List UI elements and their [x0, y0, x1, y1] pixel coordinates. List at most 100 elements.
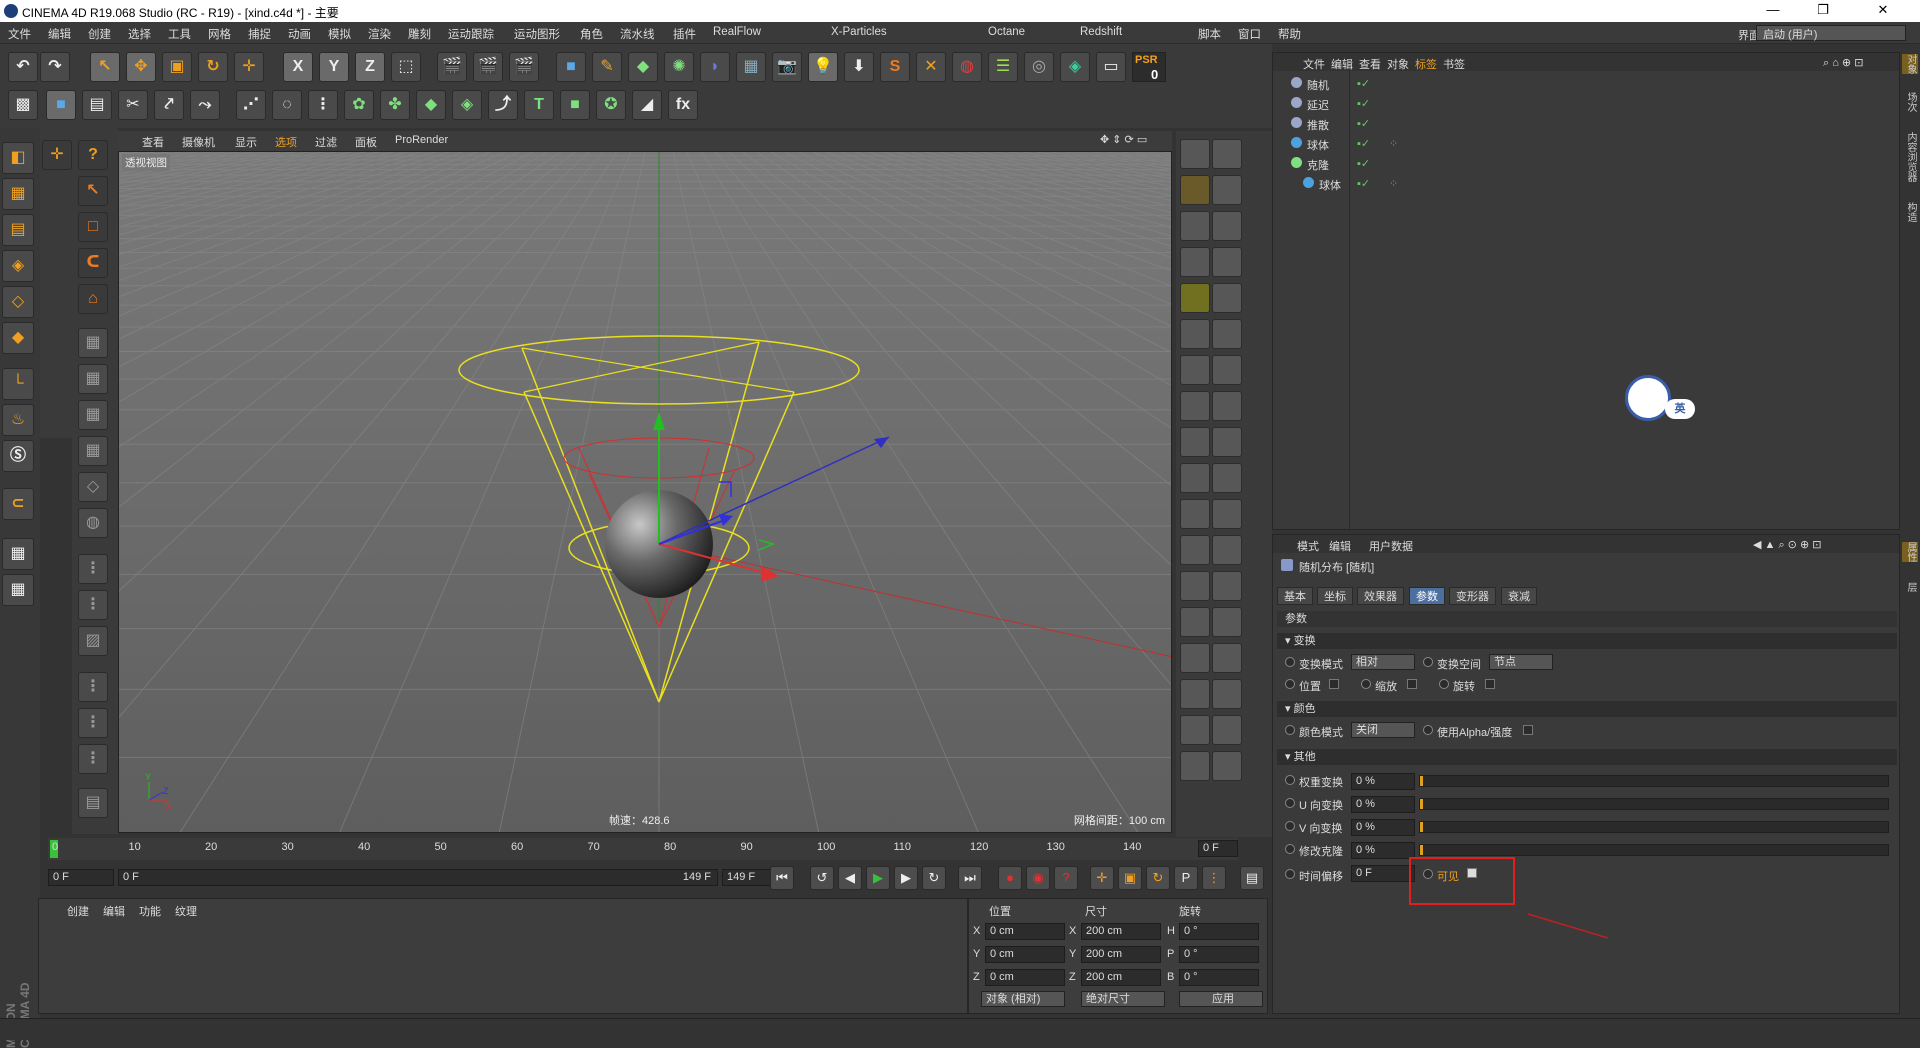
attr-menu-userdata[interactable]: 用户数据 — [1369, 538, 1413, 554]
axis-mode-button[interactable]: └ — [2, 368, 34, 400]
ime-language-indicator[interactable]: 英 — [1665, 399, 1695, 419]
mesh-tool-2-button[interactable]: ▦ — [78, 364, 108, 394]
record-button[interactable]: ● — [998, 866, 1022, 890]
deformer-icon-15[interactable] — [1212, 391, 1242, 421]
use-alpha-checkbox[interactable] — [1523, 725, 1533, 735]
tweak-mode-button[interactable]: ♨ — [2, 404, 34, 436]
menu-item-14[interactable]: 流水线 — [620, 26, 655, 42]
deformer-icon-33[interactable] — [1212, 715, 1242, 745]
deformer-icon-20[interactable] — [1180, 499, 1210, 529]
menu-item-4[interactable]: 工具 — [168, 26, 191, 42]
layout-dropdown[interactable]: 启动 (用户) — [1756, 25, 1906, 41]
deformer-icon-28[interactable] — [1180, 643, 1210, 673]
object-visibility-icon[interactable]: ▪✓ — [1357, 177, 1370, 190]
object-row[interactable]: 克隆 ▪✓ — [1277, 155, 1897, 172]
time-offset-radio[interactable] — [1285, 869, 1295, 879]
deformer-icon-10[interactable] — [1180, 319, 1210, 349]
attr-tab-5[interactable]: 衰减 — [1501, 587, 1537, 605]
maximize-button[interactable]: ❐ — [1800, 2, 1846, 20]
mat-menu-create[interactable]: 创建 — [67, 903, 89, 919]
deformer-icon-8[interactable] — [1180, 283, 1210, 313]
realflow-button[interactable]: ☰ — [988, 52, 1018, 82]
viewport-menu-2[interactable]: 显示 — [235, 134, 257, 150]
viewport-menu-3[interactable]: 选项 — [275, 134, 297, 150]
mat-menu-edit[interactable]: 编辑 — [103, 903, 125, 919]
viewport-menu-6[interactable]: ProRender — [395, 134, 448, 146]
live-select-button[interactable]: ✛ — [234, 52, 264, 82]
menu-item-2[interactable]: 创建 — [88, 26, 111, 42]
attr-tab-0[interactable]: 基本 — [1277, 587, 1313, 605]
array-button[interactable]: ✺ — [664, 52, 694, 82]
side-tab-0[interactable]: 对象 — [1902, 54, 1918, 74]
side-tab-2[interactable]: 内容浏览器 — [1902, 132, 1918, 182]
texture-mode-icon[interactable]: ▦ — [2, 178, 34, 210]
mat-menu-function[interactable]: 功能 — [139, 903, 161, 919]
object-visibility-icon[interactable]: ▪✓ — [1357, 137, 1370, 150]
spline-arc-button[interactable]: ⋰ — [236, 90, 266, 120]
spline-pen-button[interactable]: ⤤ — [154, 90, 184, 120]
attr-tab-1[interactable]: 坐标 — [1317, 587, 1353, 605]
material-manager[interactable]: 创建 编辑 功能 纹理 — [38, 898, 968, 1014]
x-axis-button[interactable]: X — [283, 52, 313, 82]
render-settings-button[interactable]: 🎬 — [509, 52, 539, 82]
deformer-icon-27[interactable] — [1212, 607, 1242, 637]
edges-mode-button[interactable]: ◇ — [2, 286, 34, 318]
poly-select-button[interactable]: ⌂ — [78, 284, 108, 314]
other-slider-0[interactable] — [1419, 775, 1889, 787]
menu-item-5[interactable]: 网格 — [208, 26, 231, 42]
deformer-icon-14[interactable] — [1180, 391, 1210, 421]
move-tool-button[interactable]: ✥ — [126, 52, 156, 82]
mesh-tool-13-button[interactable]: ▤ — [78, 788, 108, 818]
transform-space-dropdown[interactable]: 节点 — [1489, 654, 1553, 670]
model-mode-button[interactable]: ■ — [46, 90, 76, 120]
start-frame-field[interactable]: 0 F — [48, 869, 114, 886]
render-view-button[interactable]: 🎬 — [437, 52, 467, 82]
xparticles-button[interactable]: ✕ — [916, 52, 946, 82]
color-mode-dropdown[interactable]: 关闭 — [1351, 722, 1415, 738]
extrude-button[interactable]: ✿ — [344, 90, 374, 120]
transform-mode-radio[interactable] — [1285, 657, 1295, 667]
plugin-s-button[interactable]: S — [880, 52, 910, 82]
slider-knob[interactable] — [1420, 845, 1423, 855]
deformer-icon-9[interactable] — [1212, 283, 1242, 313]
deformer-icon-31[interactable] — [1212, 679, 1242, 709]
object-visibility-icon[interactable]: ▪✓ — [1357, 157, 1370, 170]
sphere-grid-button[interactable]: ◎ — [1024, 52, 1054, 82]
deformer-icon-2[interactable] — [1180, 175, 1210, 205]
mesh-tool-3-button[interactable]: ▦ — [78, 400, 108, 430]
obj-menu-object[interactable]: 对象 — [1387, 56, 1409, 72]
other-value-field-2[interactable]: 0 % — [1351, 819, 1415, 836]
plugin-red-button[interactable]: ◍ — [952, 52, 982, 82]
menu-item-12[interactable]: 运动图形 — [514, 26, 560, 42]
key-scale-button[interactable]: ▣ — [1118, 866, 1142, 890]
sculpt-layout-button[interactable]: ▩ — [8, 90, 38, 120]
deformer-icon-32[interactable] — [1180, 715, 1210, 745]
coord-pos-field-1[interactable]: 0 cm — [985, 946, 1065, 963]
z-axis-button[interactable]: Z — [355, 52, 385, 82]
slider-knob[interactable] — [1420, 799, 1423, 809]
object-row[interactable]: 球体 ▪✓ ⁘ — [1277, 135, 1897, 152]
timeline-button[interactable]: ▤ — [1240, 866, 1264, 890]
coord-pos-field-2[interactable]: 0 cm — [985, 969, 1065, 986]
rotate-tool-button[interactable]: ↻ — [198, 52, 228, 82]
mesh-tool-5-button[interactable]: ◇ — [78, 472, 108, 502]
deformer-icon-30[interactable] — [1180, 679, 1210, 709]
deformer-icon-26[interactable] — [1180, 607, 1210, 637]
deformer-icon-16[interactable] — [1180, 427, 1210, 457]
other-radio-1[interactable] — [1285, 798, 1295, 808]
coord-pos-field-0[interactable]: 0 cm — [985, 923, 1065, 940]
move-gizmo-button[interactable]: ✛ — [42, 140, 72, 170]
time-offset-field[interactable]: 0 F — [1351, 865, 1415, 882]
deformer-icon-24[interactable] — [1180, 571, 1210, 601]
menu-item-8[interactable]: 模拟 — [328, 26, 351, 42]
deformer-icon-0[interactable] — [1180, 139, 1210, 169]
other-value-field-1[interactable]: 0 % — [1351, 796, 1415, 813]
menu-item-13[interactable]: 角色 — [580, 26, 603, 42]
mesh-tool-7-button[interactable]: ⋮ — [78, 554, 108, 584]
slider-knob[interactable] — [1420, 776, 1423, 786]
next-frame-button[interactable]: ▶ — [894, 866, 918, 890]
subdivision-button[interactable]: ◆ — [628, 52, 658, 82]
rotation-checkbox[interactable] — [1485, 679, 1495, 689]
floor-button[interactable]: ▦ — [736, 52, 766, 82]
key-pla-button[interactable]: ⋮ — [1202, 866, 1226, 890]
